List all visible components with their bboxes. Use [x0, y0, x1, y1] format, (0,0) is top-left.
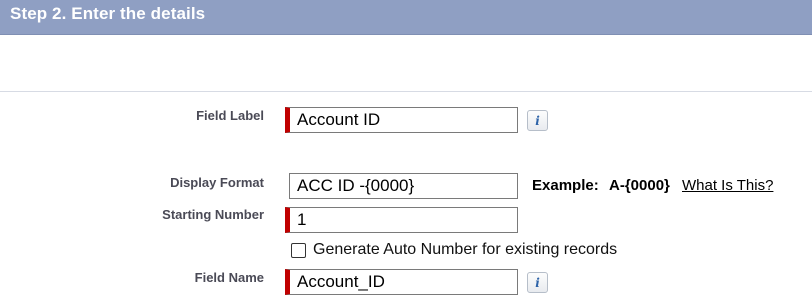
generate-auto-number-checkbox[interactable] — [291, 243, 306, 258]
what-is-this-link[interactable]: What Is This? — [682, 177, 773, 194]
field-name-label: Field Name — [194, 270, 264, 285]
field-label-info-button[interactable]: i — [527, 110, 548, 131]
example-label: Example: — [532, 177, 599, 194]
info-icon: i — [535, 275, 540, 290]
display-format-input[interactable] — [289, 173, 518, 199]
field-name-info-button[interactable]: i — [527, 272, 548, 293]
step-header: Step 2. Enter the details — [0, 0, 812, 35]
field-label-label: Field Label — [196, 108, 264, 123]
field-name-input[interactable] — [285, 269, 518, 295]
starting-number-input[interactable] — [285, 207, 518, 233]
starting-number-label: Starting Number — [162, 207, 264, 222]
step-title: Step 2. Enter the details — [10, 4, 206, 23]
example-value: A-{0000} — [609, 177, 670, 194]
section-divider — [0, 91, 812, 92]
display-format-label: Display Format — [170, 175, 264, 190]
generate-auto-number-label: Generate Auto Number for existing record… — [313, 241, 618, 258]
info-icon: i — [535, 113, 540, 128]
field-label-input[interactable] — [285, 107, 518, 133]
